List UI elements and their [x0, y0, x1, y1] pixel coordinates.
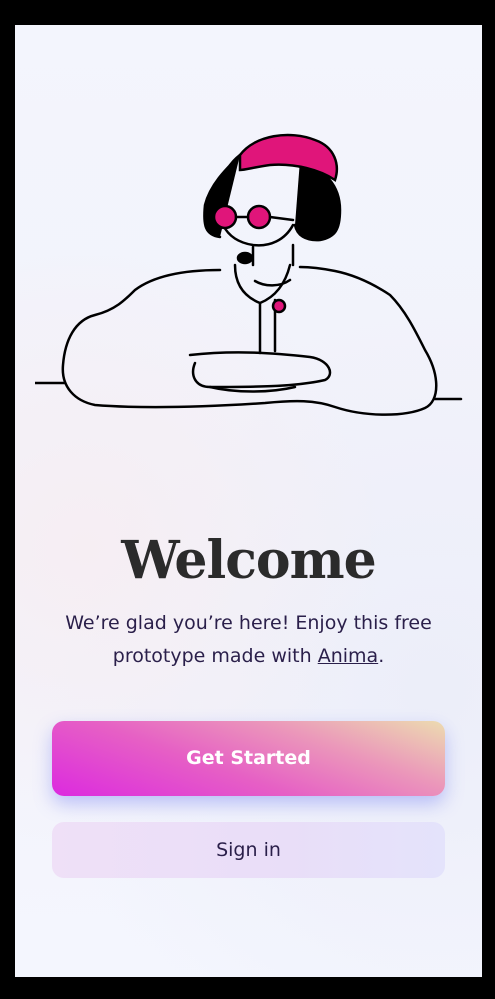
get-started-button[interactable]: Get Started [52, 721, 445, 796]
page-title: Welcome [121, 530, 376, 591]
welcome-subtitle: We’re glad you’re here! Enjoy this free … [55, 607, 442, 673]
sign-in-button[interactable]: Sign in [52, 822, 445, 878]
welcome-person-illustration [35, 133, 463, 416]
subtitle-line-2-suffix: . [378, 645, 385, 667]
anima-link[interactable]: Anima [318, 645, 378, 667]
welcome-screen: Welcome We’re glad you’re here! Enjoy th… [15, 25, 482, 977]
subtitle-line-1: We’re glad you’re here! Enjoy this free [65, 612, 432, 634]
subtitle-line-2-prefix: prototype made with [112, 645, 318, 667]
